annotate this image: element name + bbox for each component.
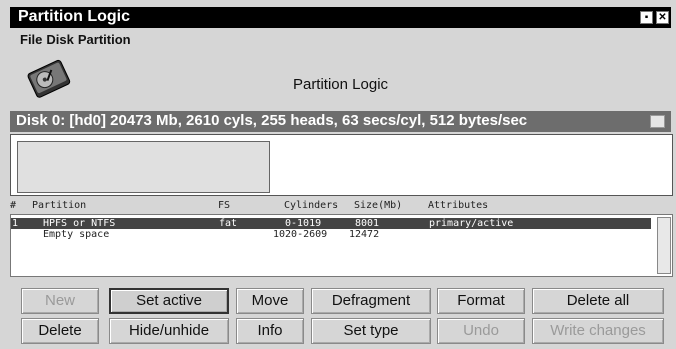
row-partition: Empty space [43, 229, 110, 240]
menu-partition[interactable]: Partition [78, 32, 131, 47]
col-size: Size(Mb) [354, 200, 403, 211]
row-cylinders: 0-1019 [285, 218, 322, 229]
col-cylinders: Cylinders [284, 200, 339, 211]
move-button[interactable]: Move [236, 288, 304, 314]
table-header: # Partition FS Cylinders Size(Mb) Attrib… [10, 200, 671, 214]
undo-button[interactable]: Undo [437, 318, 525, 344]
row-size: 12472 [349, 229, 380, 240]
minimize-icon[interactable]: ▪ [640, 11, 653, 24]
delete-button[interactable]: Delete [21, 318, 99, 344]
col-fs: FS [218, 200, 231, 211]
row-fs: fat [219, 218, 238, 229]
set-active-button[interactable]: Set active [109, 288, 229, 314]
app-header: Partition Logic [10, 48, 671, 112]
table-row[interactable]: Empty space 1020-2609 12472 [11, 229, 651, 240]
col-partition: Partition [32, 200, 87, 211]
menu-bar: File Disk Partition [10, 28, 671, 48]
new-button[interactable]: New [21, 288, 99, 314]
close-icon[interactable]: ✕ [656, 11, 669, 24]
col-number: # [10, 200, 17, 211]
window-title: Partition Logic [18, 8, 130, 25]
menu-file[interactable]: File [20, 32, 42, 47]
write-changes-button[interactable]: Write changes [532, 318, 664, 344]
disk-info: Disk 0: [hd0] 20473 Mb, 2610 cyls, 255 h… [16, 112, 528, 129]
row-size: 8001 [355, 218, 380, 229]
row-number: 1 [12, 218, 19, 229]
row-attributes: primary/active [429, 218, 514, 229]
hide-unhide-button[interactable]: Hide/unhide [109, 318, 229, 344]
table-row[interactable]: 1 HPFS or NTFS fat 0-1019 8001 primary/a… [11, 218, 651, 229]
disk-dropdown-toggle[interactable] [650, 115, 665, 128]
row-partition: HPFS or NTFS [43, 218, 116, 229]
partition-map-segment[interactable] [17, 141, 270, 193]
info-button[interactable]: Info [236, 318, 304, 344]
disk-selector[interactable]: Disk 0: [hd0] 20473 Mb, 2610 cyls, 255 h… [10, 111, 671, 132]
app-window: Partition Logic ▪ ✕ File Disk Partition Pa… [0, 0, 676, 349]
row-cylinders: 1020-2609 [273, 229, 328, 240]
app-title: Partition Logic [292, 76, 389, 93]
title-bar[interactable]: Partition Logic ▪ ✕ [10, 7, 671, 28]
format-button[interactable]: Format [437, 288, 525, 314]
defragment-button[interactable]: Defragment [311, 288, 431, 314]
delete-all-button[interactable]: Delete all [532, 288, 664, 314]
col-attributes: Attributes [428, 200, 489, 211]
set-type-button[interactable]: Set type [311, 318, 431, 344]
list-scrollbar[interactable] [657, 217, 671, 274]
partition-map [10, 134, 673, 196]
menu-disk[interactable]: Disk [46, 32, 73, 47]
partition-list: 1 HPFS or NTFS fat 0-1019 8001 primary/a… [10, 214, 673, 277]
